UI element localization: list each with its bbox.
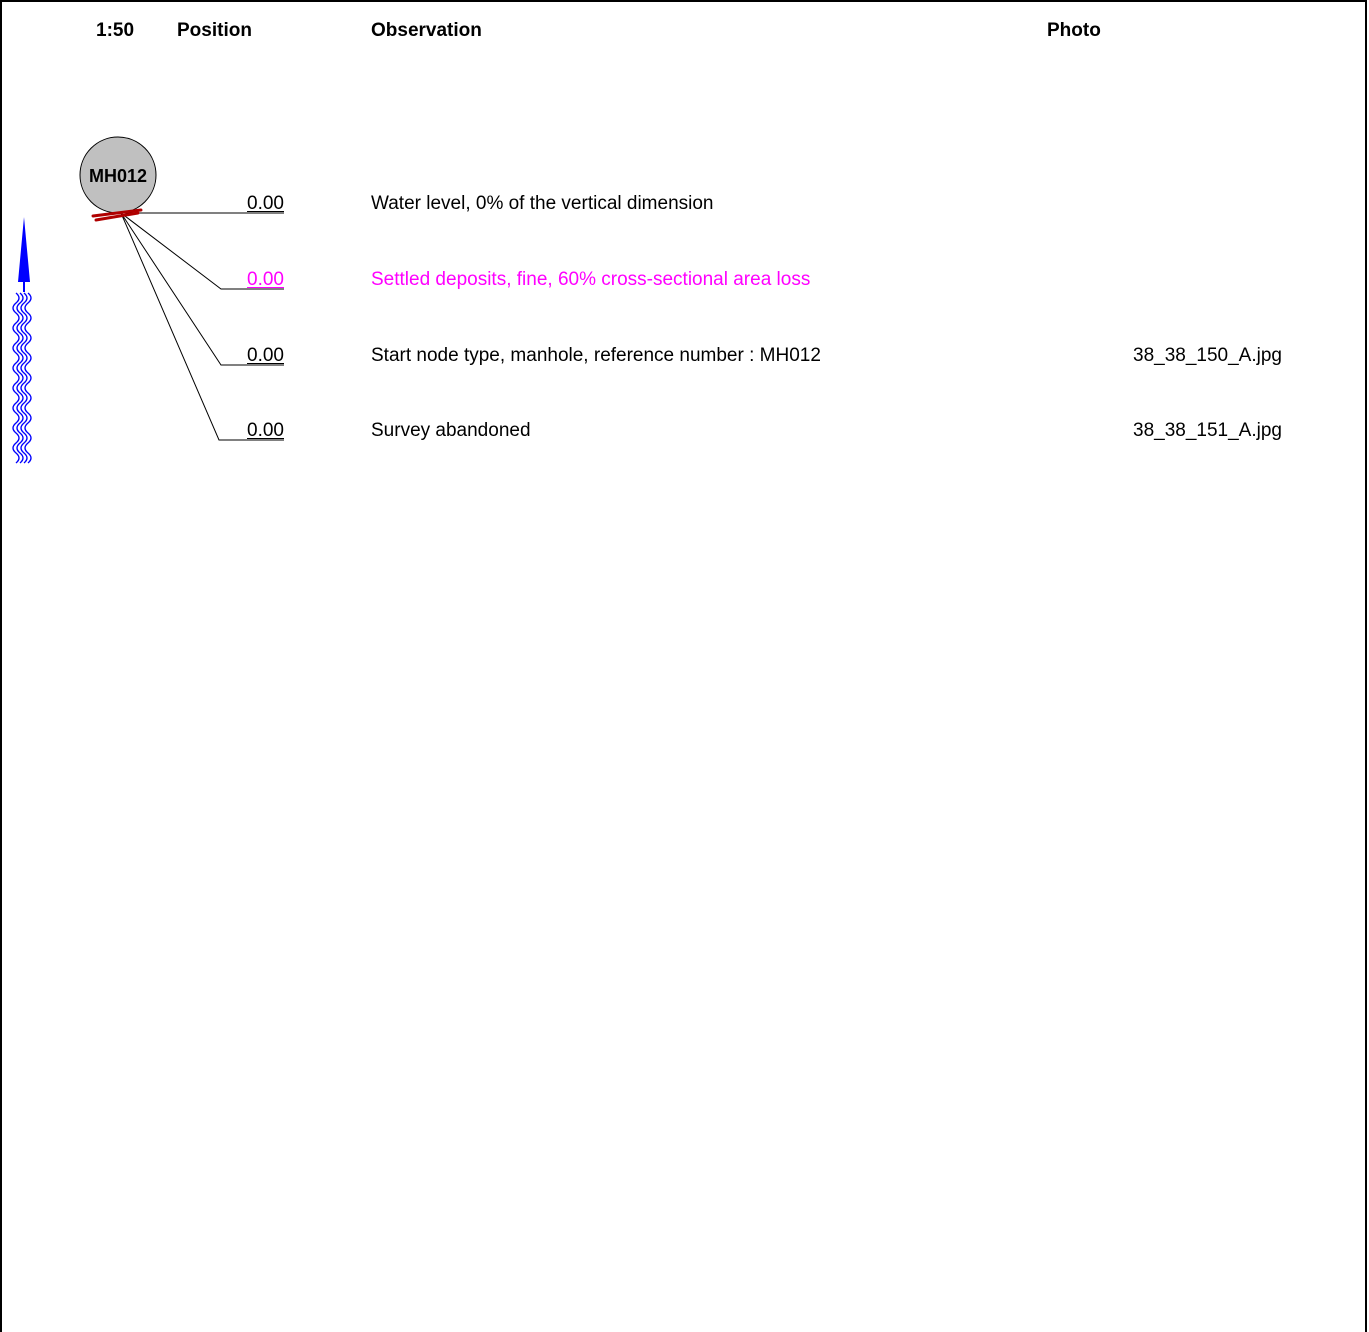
observation-position: 0.00 [247, 345, 284, 366]
observation-header: Observation [371, 20, 482, 41]
observation-position: 0.00 [247, 269, 284, 290]
photo-header: Photo [1047, 20, 1101, 41]
observation-photo[interactable]: 38_38_151_A.jpg [1133, 420, 1282, 442]
observation-photo[interactable]: 38_38_150_A.jpg [1133, 345, 1282, 367]
observation-text: Water level, 0% of the vertical dimensio… [371, 193, 714, 214]
manhole-label: MH012 [88, 166, 148, 186]
position-header: Position [177, 20, 252, 41]
observation-text: Settled deposits, fine, 60% cross-sectio… [371, 269, 811, 290]
observation-position: 0.00 [247, 420, 284, 441]
observation-text: Survey abandoned [371, 420, 531, 441]
observation-text: Start node type, manhole, reference numb… [371, 345, 821, 366]
observation-position: 0.00 [247, 193, 284, 214]
scale-header: 1:50 [96, 20, 135, 41]
